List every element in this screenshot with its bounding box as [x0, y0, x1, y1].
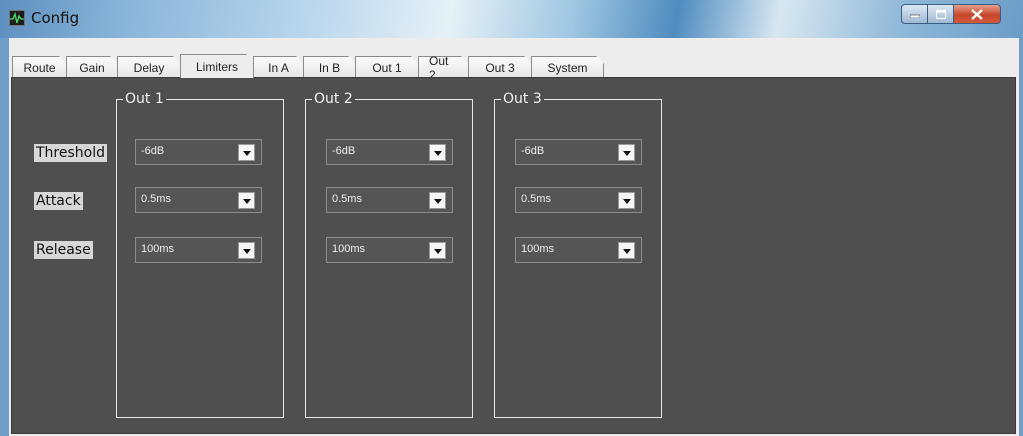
window-controls: [901, 4, 1017, 25]
out-1-release-select[interactable]: 100ms: [135, 237, 262, 263]
out-3-threshold-value: -6dB: [521, 145, 545, 157]
out-3-title: Out 3: [501, 90, 544, 108]
out-2-attack-value: 0.5ms: [332, 193, 362, 205]
chevron-down-icon[interactable]: [618, 192, 635, 209]
tab-gain[interactable]: Gain: [66, 56, 118, 78]
tab-delay[interactable]: Delay: [117, 56, 181, 78]
chevron-down-icon[interactable]: [238, 144, 255, 161]
chevron-down-icon[interactable]: [618, 242, 635, 259]
out-1-attack-value: 0.5ms: [141, 193, 171, 205]
out-1-title: Out 1: [123, 90, 166, 108]
out-3-threshold-select[interactable]: -6dB: [515, 139, 642, 165]
tab-out-2[interactable]: Out 2: [418, 56, 469, 78]
close-button[interactable]: [954, 4, 1001, 24]
out-3-release-select[interactable]: 100ms: [515, 237, 642, 263]
out-2-release-value: 100ms: [332, 243, 366, 255]
out-2-title: Out 2: [312, 90, 355, 108]
out-2-release-select[interactable]: 100ms: [326, 237, 453, 263]
window-title: Config: [31, 9, 80, 27]
tab-in-a[interactable]: In A: [253, 56, 304, 78]
close-icon: [971, 8, 983, 20]
tab-out-1[interactable]: Out 1: [355, 56, 419, 78]
out-2-threshold-value: -6dB: [332, 145, 356, 157]
threshold-label: Threshold: [34, 144, 107, 162]
out-3-release-value: 100ms: [521, 243, 555, 255]
minimize-button[interactable]: [901, 4, 928, 24]
out-1-attack-select[interactable]: 0.5ms: [135, 187, 262, 213]
chevron-down-icon[interactable]: [429, 192, 446, 209]
tab-system[interactable]: System: [531, 56, 604, 78]
tab-in-b[interactable]: In B: [303, 56, 356, 78]
waveform-icon: [9, 10, 25, 26]
attack-label: Attack: [34, 192, 83, 210]
chevron-down-icon[interactable]: [429, 242, 446, 259]
out-3-attack-select[interactable]: 0.5ms: [515, 187, 642, 213]
tab-route[interactable]: Route: [12, 56, 67, 78]
out-3-attack-value: 0.5ms: [521, 193, 551, 205]
tab-out-3[interactable]: Out 3: [468, 56, 532, 78]
out-2-attack-select[interactable]: 0.5ms: [326, 187, 453, 213]
title-bar[interactable]: Config: [0, 0, 1023, 38]
chevron-down-icon[interactable]: [618, 144, 635, 161]
maximize-icon: [935, 9, 946, 19]
minimize-icon: [909, 14, 920, 18]
release-label: Release: [34, 241, 93, 259]
tab-strip: Route Gain Delay Limiters In A In B Out …: [12, 54, 603, 78]
chevron-down-icon[interactable]: [238, 242, 255, 259]
out-2-threshold-select[interactable]: -6dB: [326, 139, 453, 165]
out-1-threshold-select[interactable]: -6dB: [135, 139, 262, 165]
tab-limiters[interactable]: Limiters: [180, 54, 254, 78]
chevron-down-icon[interactable]: [429, 144, 446, 161]
out-1-threshold-value: -6dB: [141, 145, 165, 157]
out-1-release-value: 100ms: [141, 243, 175, 255]
config-window: Config Route Gain Delay Limiters In A In…: [0, 0, 1023, 436]
chevron-down-icon[interactable]: [238, 192, 255, 209]
maximize-button[interactable]: [928, 4, 954, 24]
